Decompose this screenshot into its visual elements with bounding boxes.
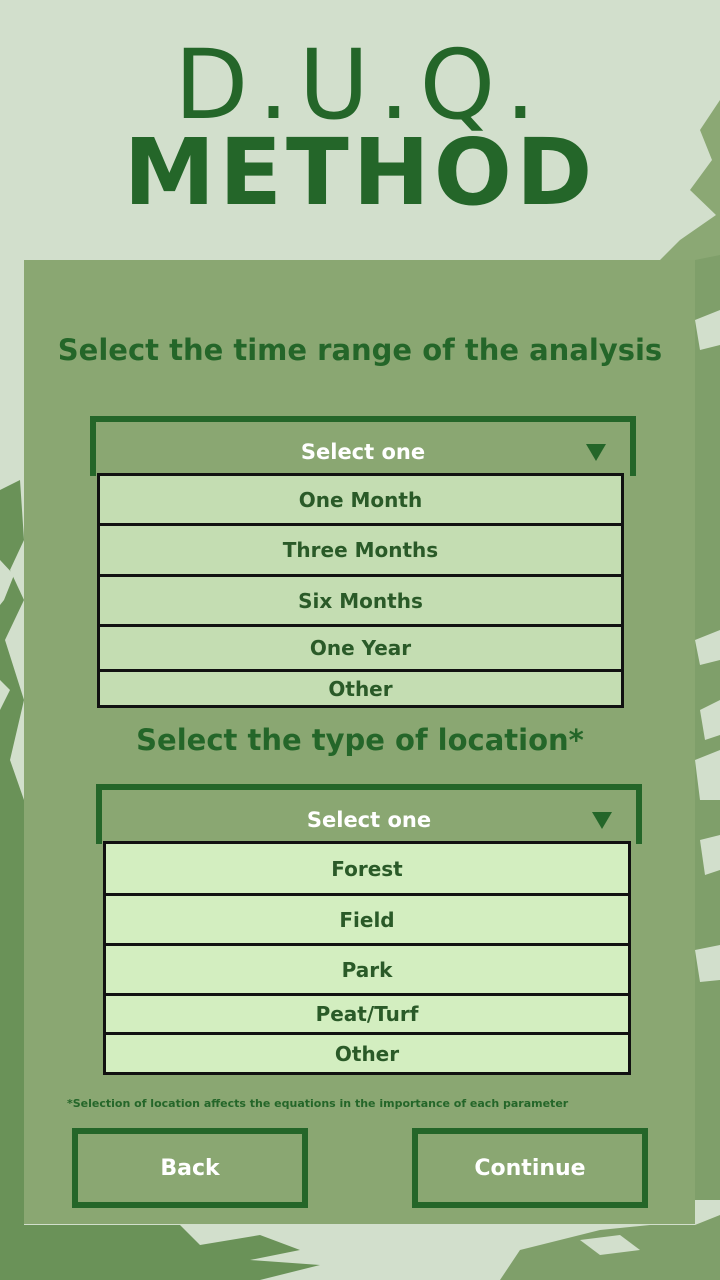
time-option-three-months[interactable]: Three Months: [100, 523, 621, 574]
time-range-options: One Month Three Months Six Months One Ye…: [97, 473, 624, 708]
triangle-down-icon: [586, 444, 606, 461]
location-type-select[interactable]: Select one: [96, 784, 642, 844]
location-option-field[interactable]: Field: [106, 893, 628, 943]
triangle-down-icon: [592, 812, 612, 829]
location-footnote: *Selection of location affects the equat…: [67, 1097, 569, 1110]
continue-button[interactable]: Continue: [412, 1128, 648, 1208]
location-type-options: Forest Field Park Peat/Turf Other: [103, 841, 631, 1075]
time-range-heading: Select the time range of the analysis: [57, 333, 663, 367]
time-option-one-year[interactable]: One Year: [100, 624, 621, 669]
location-option-peat-turf[interactable]: Peat/Turf: [106, 993, 628, 1032]
location-type-select-label: Select one: [306, 808, 432, 832]
time-option-six-months[interactable]: Six Months: [100, 574, 621, 624]
time-range-select-label: Select one: [300, 440, 426, 464]
back-button[interactable]: Back: [72, 1128, 308, 1208]
location-type-heading: Select the type of location*: [136, 723, 584, 757]
time-range-select[interactable]: Select one: [90, 416, 636, 476]
location-option-forest[interactable]: Forest: [106, 841, 628, 893]
app-title-line2: METHOD: [123, 119, 597, 226]
time-option-one-month[interactable]: One Month: [100, 473, 621, 523]
location-option-other[interactable]: Other: [106, 1032, 628, 1072]
time-option-other[interactable]: Other: [100, 669, 621, 705]
location-option-park[interactable]: Park: [106, 943, 628, 993]
